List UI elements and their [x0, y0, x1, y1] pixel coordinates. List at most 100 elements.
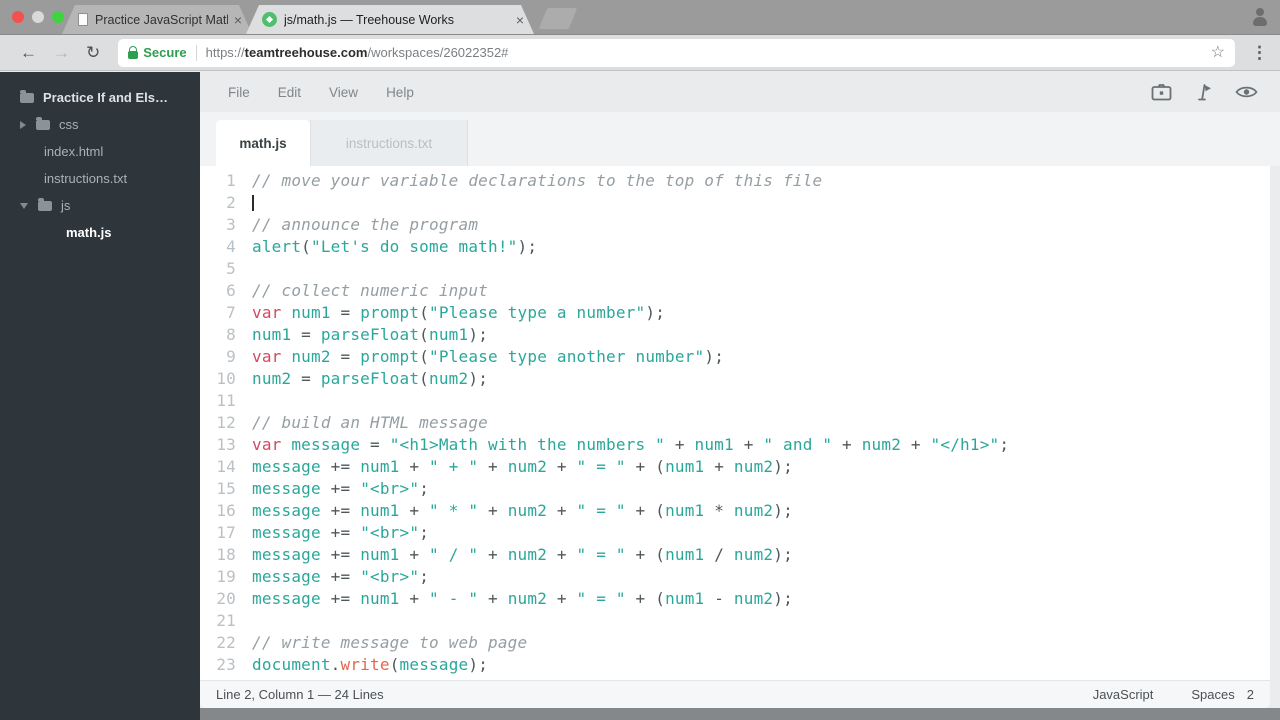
code-line[interactable]: 13 var message = "<h1>Math with the numbe… — [200, 434, 1270, 456]
sidebar-item-label: instructions.txt — [44, 171, 128, 186]
code-token: + — [547, 589, 577, 608]
bookmark-star-icon[interactable]: ☆ — [1211, 44, 1225, 61]
menu-edit[interactable]: Edit — [278, 85, 301, 100]
sidebar-item-practice-if-and-els[interactable]: Practice If and Els… — [0, 84, 200, 111]
editor-menubar: File Edit View Help — [200, 72, 1280, 112]
line-number: 17 — [216, 523, 236, 542]
code-token: + — [704, 457, 734, 476]
code-line[interactable]: 18 message += num1 + " / " + num2 + " = "… — [200, 544, 1270, 566]
sidebar-item-math-js[interactable]: math.js — [0, 219, 200, 246]
code-line[interactable]: 6 // collect numeric input — [200, 280, 1270, 302]
code-token: num1 — [360, 589, 400, 608]
code-line[interactable]: 12 // build an HTML message — [200, 412, 1270, 434]
close-tab-icon[interactable]: × — [234, 13, 242, 27]
sidebar-item-css[interactable]: css — [0, 111, 200, 138]
code-line[interactable]: 7 var num1 = prompt("Please type a number… — [200, 302, 1270, 324]
code-line[interactable]: 8 num1 = parseFloat(num1); — [200, 324, 1270, 346]
sidebar-item-js[interactable]: js — [0, 192, 200, 219]
menu-view[interactable]: View — [329, 85, 358, 100]
fork-icon[interactable] — [1194, 82, 1213, 102]
back-button[interactable]: ← — [12, 44, 45, 61]
code-line[interactable]: 15 message += "<br>"; — [200, 478, 1270, 500]
line-number: 6 — [226, 281, 236, 300]
chevron-right-icon[interactable] — [20, 120, 26, 129]
code-token: " = " — [576, 589, 626, 608]
menu-file[interactable]: File — [228, 85, 250, 100]
line-number: 19 — [216, 567, 236, 586]
status-indent-size[interactable]: 2 — [1247, 687, 1254, 702]
file-tree-sidebar: Practice If and Els… css index.html instruc… — [0, 72, 200, 720]
chevron-down-icon[interactable] — [20, 202, 28, 209]
code-line[interactable]: 4 alert("Let's do some math!"); — [200, 236, 1270, 258]
code-line[interactable]: 5 — [200, 258, 1270, 280]
code-token: num1 — [360, 501, 400, 520]
code-token: // collect numeric input — [252, 281, 488, 300]
page-bottom-strip — [200, 708, 1280, 720]
profile-icon[interactable] — [1252, 8, 1268, 26]
browser-tab-practice-javascript-math[interactable]: Practice JavaScript Math × — [62, 5, 252, 34]
eye-icon[interactable] — [1235, 84, 1258, 100]
new-tab-button[interactable] — [538, 8, 578, 29]
code-token: // announce the program — [252, 215, 479, 234]
line-number: 20 — [216, 589, 236, 608]
code-token: num2 — [291, 347, 331, 366]
code-line[interactable]: 14 message += num1 + " + " + num2 + " = "… — [200, 456, 1270, 478]
security-chip[interactable]: Secure — [128, 45, 187, 60]
code-token: num2 — [733, 457, 774, 476]
status-indent-type[interactable]: Spaces — [1191, 687, 1234, 702]
code-line[interactable]: 22 // write message to web page — [200, 632, 1270, 654]
reload-button[interactable]: ↻ — [78, 44, 108, 61]
folder-icon — [36, 116, 50, 130]
code-token: ; — [419, 567, 430, 586]
code-token: message — [252, 479, 321, 498]
code-token: parseFloat — [320, 325, 420, 344]
line-number: 4 — [226, 237, 236, 256]
code-area[interactable]: 1 // move your variable declarations to t… — [200, 166, 1270, 680]
sidebar-item-instructions-txt[interactable]: instructions.txt — [0, 165, 200, 192]
zoom-window-button[interactable] — [52, 11, 64, 23]
editor-tab-instructions-txt[interactable]: instructions.txt — [310, 120, 468, 166]
sidebar-item-index-html[interactable]: index.html — [0, 138, 200, 165]
status-language[interactable]: JavaScript — [1093, 687, 1154, 702]
code-token: ( — [419, 369, 430, 388]
code-line[interactable]: 23 document.write(message); — [200, 654, 1270, 676]
code-line[interactable]: 11 — [200, 390, 1270, 412]
editor-tab-math-js[interactable]: math.js — [216, 120, 310, 166]
code-token: ; — [419, 479, 430, 498]
editor-tab-label: math.js — [239, 135, 287, 151]
code-token: + — [547, 545, 577, 564]
line-number: 22 — [216, 633, 236, 652]
code-line-content: // build an HTML message — [236, 412, 488, 434]
code-token: document — [252, 655, 331, 674]
code-token: var — [252, 435, 282, 454]
address-bar[interactable]: Secure https://teamtreehouse.com/workspa… — [118, 38, 1235, 67]
code-line[interactable]: 2 — [200, 192, 1270, 214]
code-token: += — [320, 457, 361, 476]
camera-icon[interactable] — [1151, 83, 1172, 101]
code-line-content: // announce the program — [236, 214, 478, 236]
code-line[interactable]: 10 num2 = parseFloat(num2); — [200, 368, 1270, 390]
browser-tab-treehouse-workspace[interactable]: js/math.js — Treehouse Works × — [246, 5, 534, 34]
code-line[interactable]: 19 message += "<br>"; — [200, 566, 1270, 588]
code-line[interactable]: 16 message += num1 + " * " + num2 + " = "… — [200, 500, 1270, 522]
close-window-button[interactable] — [12, 11, 24, 23]
code-line[interactable]: 17 message += "<br>"; — [200, 522, 1270, 544]
code-token: num1 — [429, 325, 469, 344]
code-line[interactable]: 21 — [200, 610, 1270, 632]
code-token: . — [330, 655, 341, 674]
close-tab-icon[interactable]: × — [516, 13, 524, 27]
code-line[interactable]: 9 var num2 = prompt("Please type another … — [200, 346, 1270, 368]
code-token: num1 — [665, 589, 705, 608]
menu-help[interactable]: Help — [386, 85, 414, 100]
profile-body — [1253, 17, 1267, 26]
forward-button[interactable]: → — [45, 44, 78, 61]
minimize-window-button[interactable] — [32, 11, 44, 23]
code-line[interactable]: 3 // announce the program — [200, 214, 1270, 236]
code-token: message — [252, 457, 321, 476]
code-token: ); — [468, 369, 489, 388]
code-line[interactable]: 20 message += num1 + " - " + num2 + " = "… — [200, 588, 1270, 610]
code-line[interactable]: 1 // move your variable declarations to t… — [200, 170, 1270, 192]
browser-menu-icon[interactable]: ⋮ — [1245, 43, 1268, 63]
sidebar-item-label: js — [61, 198, 71, 213]
